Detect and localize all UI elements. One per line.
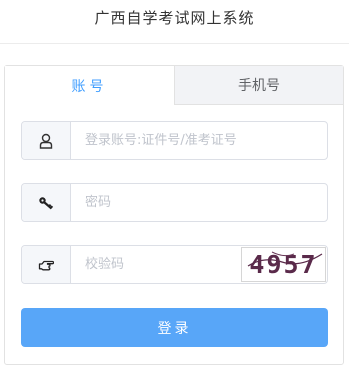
- captcha-row: 4957: [21, 245, 328, 284]
- pointing-hand-icon: [22, 246, 71, 283]
- login-button[interactable]: 登录: [21, 308, 328, 347]
- tab-account[interactable]: 账号: [5, 66, 174, 105]
- user-icon: [22, 122, 71, 159]
- username-input[interactable]: [71, 122, 327, 159]
- page-header: 广西自学考试网上系统: [0, 0, 349, 44]
- login-panel: 账号 手机号 登录账号:证件号/准考证号 校验码 4957 登录: [4, 65, 344, 365]
- password-row: [21, 183, 328, 222]
- captcha-image[interactable]: 4957: [241, 247, 326, 282]
- page-title: 广西自学考试网上系统: [94, 9, 255, 27]
- username-row: [21, 121, 328, 160]
- key-icon: [22, 184, 71, 221]
- captcha-noise: [247, 251, 323, 267]
- password-input[interactable]: [71, 184, 327, 221]
- login-tabs: 账号 手机号: [5, 66, 343, 105]
- tab-mobile[interactable]: 手机号: [174, 66, 343, 105]
